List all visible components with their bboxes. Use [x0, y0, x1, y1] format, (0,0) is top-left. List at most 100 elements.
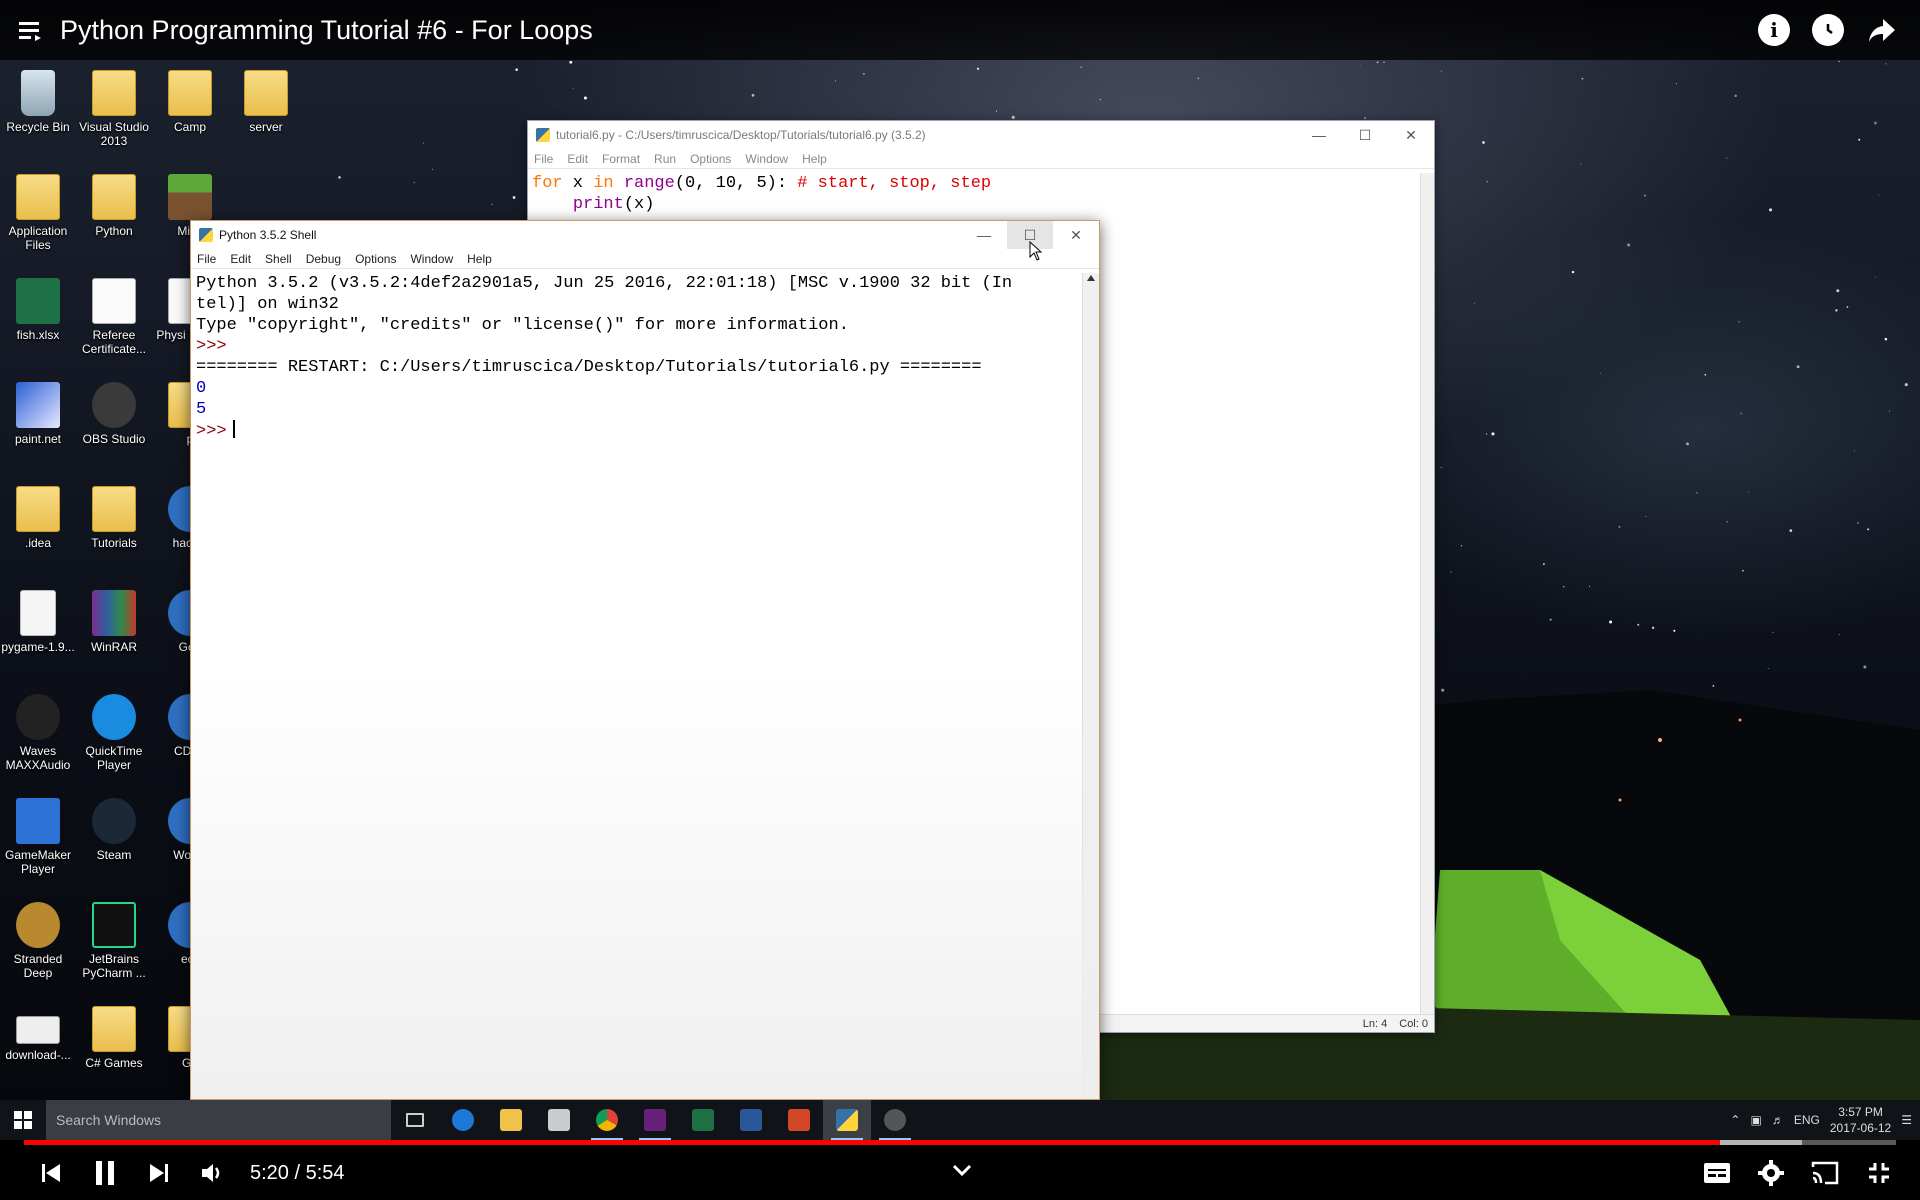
- taskbar-edge[interactable]: [439, 1100, 487, 1140]
- menu-options[interactable]: Options: [690, 152, 731, 166]
- taskbar-excel[interactable]: [679, 1100, 727, 1140]
- exit-fullscreen-button[interactable]: [1852, 1150, 1906, 1196]
- share-button[interactable]: [1866, 14, 1898, 46]
- action-center-icon[interactable]: ☰: [1901, 1113, 1912, 1127]
- waves-icon: [16, 694, 60, 740]
- desktop-icon[interactable]: server: [228, 70, 304, 134]
- desktop-icon[interactable]: Python: [76, 174, 152, 238]
- desktop-icon[interactable]: OBS Studio: [76, 382, 152, 446]
- menu-debug[interactable]: Debug: [306, 252, 341, 266]
- search-placeholder: Search Windows: [56, 1112, 162, 1128]
- close-button[interactable]: ✕: [1388, 121, 1434, 149]
- desktop-icon[interactable]: JetBrains PyCharm ...: [76, 902, 152, 980]
- previous-button[interactable]: [24, 1150, 78, 1196]
- folder-icon: [92, 1006, 136, 1052]
- settings-button[interactable]: [1744, 1150, 1798, 1196]
- editor-code-area[interactable]: for x in range(0, 10, 5): # start, stop,…: [532, 173, 1418, 215]
- cast-icon: [1811, 1161, 1839, 1185]
- editor-titlebar[interactable]: tutorial6.py - C:/Users/timruscica/Deskt…: [528, 121, 1434, 149]
- menu-file[interactable]: File: [534, 152, 553, 166]
- desktop-icon[interactable]: C# Games: [76, 1006, 152, 1070]
- python-icon: [199, 228, 213, 242]
- desktop-icon[interactable]: Stranded Deep: [0, 902, 76, 980]
- desktop-icon[interactable]: download-...: [0, 1006, 76, 1062]
- menu-options[interactable]: Options: [355, 252, 396, 266]
- desktop-icon[interactable]: Waves MAXXAudio: [0, 694, 76, 772]
- desktop-icon[interactable]: Visual Studio 2013: [76, 70, 152, 148]
- desktop-icon[interactable]: Referee Certificate...: [76, 278, 152, 356]
- desktop-icon[interactable]: .idea: [0, 486, 76, 550]
- desktop-icon[interactable]: Application Files: [0, 174, 76, 252]
- total-time: 5:54: [305, 1161, 345, 1184]
- next-button[interactable]: [132, 1150, 186, 1196]
- minimize-button[interactable]: —: [961, 221, 1007, 249]
- editor-scrollbar[interactable]: [1420, 173, 1434, 1014]
- shell-titlebar[interactable]: Python 3.5.2 Shell — ☐ ✕: [191, 221, 1099, 249]
- menu-edit[interactable]: Edit: [230, 252, 251, 266]
- player-top-bar: Python Programming Tutorial #6 - For Loo…: [0, 0, 1920, 60]
- menu-format[interactable]: Format: [602, 152, 640, 166]
- menu-help[interactable]: Help: [467, 252, 492, 266]
- taskbar-powerpoint[interactable]: [775, 1100, 823, 1140]
- taskbar-word[interactable]: [727, 1100, 775, 1140]
- desktop-icon[interactable]: WinRAR: [76, 590, 152, 654]
- shell-scrollbar[interactable]: [1082, 273, 1099, 1099]
- desktop-icon[interactable]: QuickTime Player: [76, 694, 152, 772]
- network-icon[interactable]: ▣: [1750, 1113, 1761, 1127]
- desktop-icon[interactable]: Camp: [152, 70, 228, 134]
- python-shell-window[interactable]: Python 3.5.2 Shell — ☐ ✕ File Edit Shell…: [190, 220, 1100, 1100]
- desktop-icon-label: Visual Studio 2013: [79, 120, 149, 148]
- volume-icon[interactable]: ♬: [1772, 1113, 1784, 1127]
- info-icon[interactable]: i: [1758, 14, 1790, 46]
- desktop-icon[interactable]: fish.xlsx: [0, 278, 76, 342]
- watch-later-button[interactable]: [1812, 14, 1844, 46]
- menu-shell[interactable]: Shell: [265, 252, 292, 266]
- maximize-button[interactable]: ☐: [1342, 121, 1388, 149]
- document-icon: [92, 278, 136, 324]
- previous-icon: [42, 1164, 60, 1182]
- code-args: (x): [623, 195, 655, 214]
- start-button[interactable]: [0, 1100, 46, 1140]
- taskbar-file-explorer[interactable]: [487, 1100, 535, 1140]
- subtitles-button[interactable]: [1690, 1150, 1744, 1196]
- video-title[interactable]: Python Programming Tutorial #6 - For Loo…: [60, 15, 593, 46]
- desktop-icon[interactable]: Recycle Bin: [0, 70, 76, 134]
- progress-bar[interactable]: [24, 1140, 1896, 1145]
- video-frame[interactable]: Recycle Bin Visual Studio 2013 Camp server A…: [0, 0, 1920, 1200]
- taskbar-obs[interactable]: [871, 1100, 919, 1140]
- scroll-up-arrow-icon[interactable]: [1087, 275, 1095, 281]
- desktop-icon[interactable]: pygame-1.9...: [0, 590, 76, 654]
- desktop-icon[interactable]: GameMaker Player: [0, 798, 76, 876]
- close-button[interactable]: ✕: [1053, 221, 1099, 249]
- menu-edit[interactable]: Edit: [567, 152, 588, 166]
- shell-output[interactable]: Python 3.5.2 (v3.5.2:4def2a2901a5, Jun 2…: [196, 273, 1079, 1099]
- pause-button[interactable]: [78, 1150, 132, 1196]
- menu-window[interactable]: Window: [410, 252, 453, 266]
- menu-help[interactable]: Help: [802, 152, 827, 166]
- desktop-icon-label: OBS Studio: [82, 432, 146, 446]
- desktop-icon[interactable]: Steam: [76, 798, 152, 862]
- chevron-down-icon[interactable]: [950, 1158, 974, 1182]
- task-view-button[interactable]: [391, 1100, 439, 1140]
- taskbar-clock[interactable]: 3:57 PM 2017-06-12: [1830, 1104, 1891, 1136]
- cast-button[interactable]: [1798, 1150, 1852, 1196]
- desktop-icon[interactable]: paint.net: [0, 382, 76, 446]
- minimize-button[interactable]: —: [1296, 121, 1342, 149]
- builtin-print: print: [572, 195, 624, 214]
- show-hidden-icons-icon[interactable]: ⌃: [1730, 1113, 1740, 1127]
- taskbar-python-idle[interactable]: [823, 1100, 871, 1140]
- playlist-menu-button[interactable]: [0, 0, 60, 60]
- menu-file[interactable]: File: [197, 252, 216, 266]
- taskbar-search-box[interactable]: Search Windows: [46, 1100, 391, 1140]
- menu-window[interactable]: Window: [745, 152, 788, 166]
- windows-logo-icon: [14, 1111, 32, 1129]
- taskbar-chrome[interactable]: [583, 1100, 631, 1140]
- clock-icon: [1826, 24, 1833, 34]
- taskbar-store[interactable]: [535, 1100, 583, 1140]
- mute-button[interactable]: [186, 1150, 240, 1196]
- language-indicator[interactable]: ENG: [1794, 1113, 1820, 1127]
- taskbar-visual-studio[interactable]: [631, 1100, 679, 1140]
- menu-run[interactable]: Run: [654, 152, 676, 166]
- input-line[interactable]: >>>: [196, 420, 1079, 442]
- desktop-icon[interactable]: Tutorials: [76, 486, 152, 550]
